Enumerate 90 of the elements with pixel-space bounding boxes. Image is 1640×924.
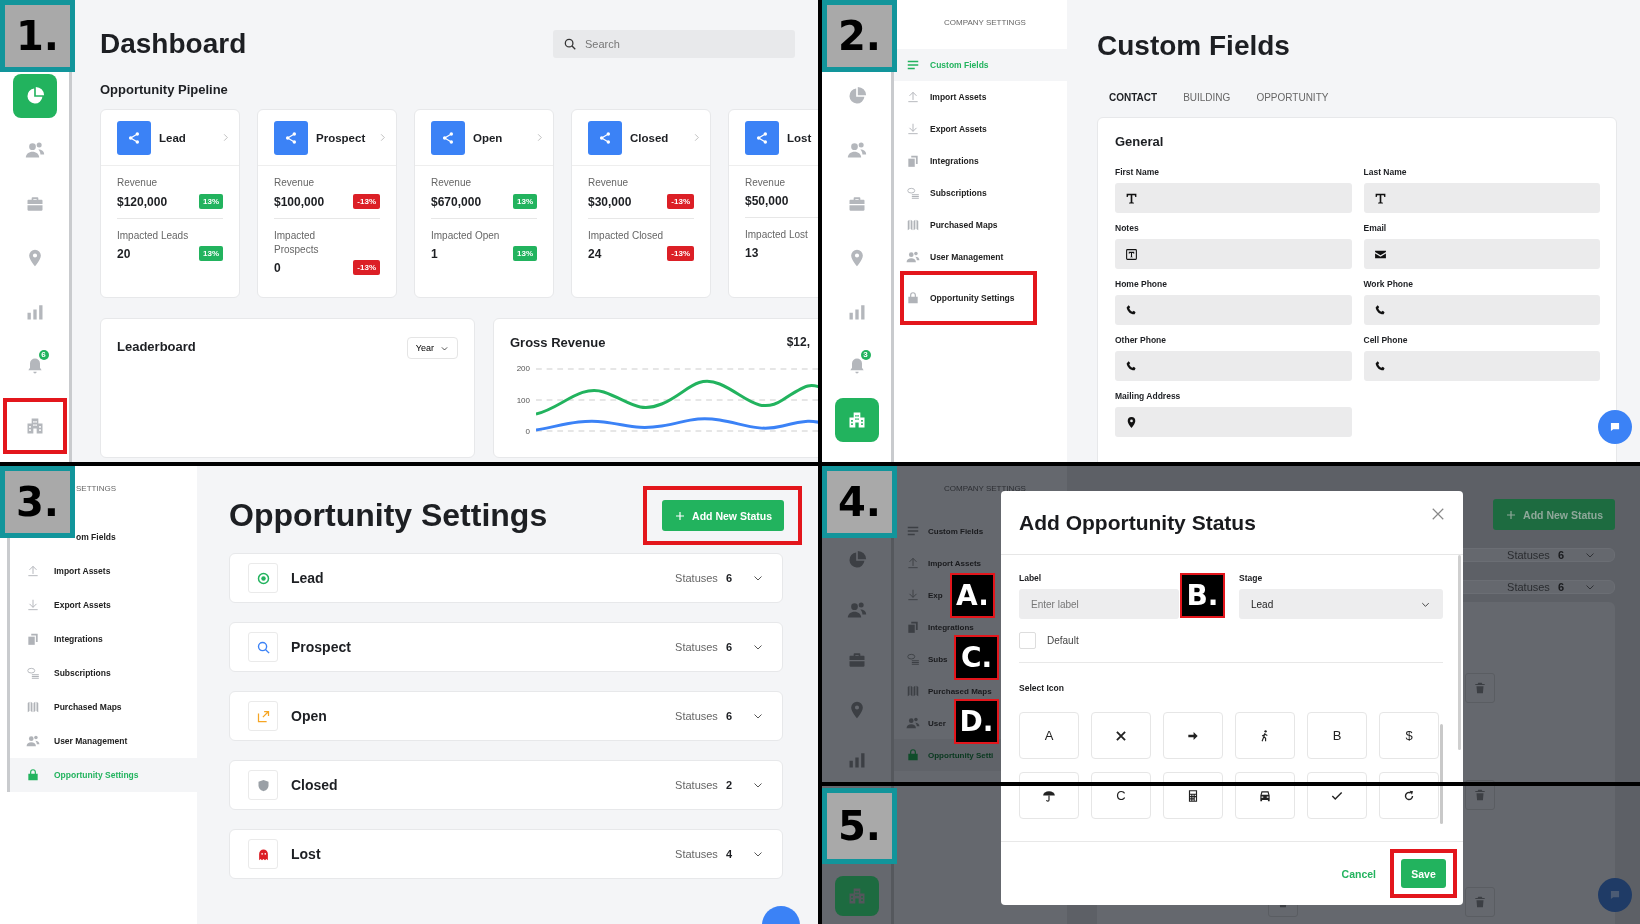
dialog-title: Add Opportunity Status (1019, 510, 1256, 535)
status-count: 6 (1557, 581, 1564, 593)
page-title: Opportunity Settings (229, 497, 548, 534)
field-label: Notes (1115, 223, 1140, 233)
page-title: Dashboard (100, 28, 247, 60)
metric-label: Revenue (588, 176, 630, 190)
count-label: Statuses (675, 572, 718, 584)
status-count: 6 (1557, 549, 1564, 561)
metric-label: Impacted Open (431, 229, 500, 243)
section-title: General (1115, 134, 1165, 149)
card-title: Leaderboard (117, 339, 196, 354)
metric-value: $30,000 (588, 194, 632, 209)
step-number: 2. (822, 0, 897, 72)
metric-value: 1 (431, 247, 439, 261)
count-label: Statuses (675, 779, 718, 791)
metric-value: $100,000 (274, 194, 325, 209)
step-number: 5. (822, 788, 897, 864)
stage-name: Closed (291, 777, 339, 793)
stage-name: Prospect (291, 639, 352, 655)
change-badge: 13% (199, 246, 223, 261)
field-label: Home Phone (1115, 279, 1168, 289)
change-badge: 13% (513, 246, 537, 261)
notification-count: 6 (38, 350, 49, 360)
section-title: Opportunity Pipeline (100, 82, 229, 97)
field-label: Email (1363, 223, 1388, 233)
stage-name: Open (473, 131, 504, 144)
change-badge: -13% (667, 194, 694, 209)
callout-label: B. (1180, 573, 1225, 618)
count-label: Statuses (675, 710, 718, 722)
metric-label: Revenue (117, 176, 159, 190)
metric-value: 20 (117, 247, 132, 261)
field-label: Cell Phone (1363, 335, 1409, 345)
metric-value: 0 (274, 261, 282, 275)
step-number: 4. (822, 466, 897, 538)
notification-count: 3 (860, 350, 871, 360)
field-label: First Name (1115, 167, 1160, 177)
stage-name: Open (291, 708, 328, 724)
section-label: Select Icon (1019, 683, 1065, 693)
stage-name: Lost (291, 846, 322, 862)
stage-name: Prospect (316, 131, 367, 144)
menu-heading: COMPANY SETTINGS (943, 18, 1027, 29)
stage-name: Lead (159, 131, 187, 144)
status-count: 6 (725, 641, 732, 653)
axis-tick-label: 0 (524, 427, 530, 436)
field-label: Work Phone (1363, 279, 1414, 289)
metric-label: Impacted Closed (588, 229, 664, 243)
field-label: Stage (1239, 573, 1264, 583)
metric-value: $670,000 (431, 194, 482, 209)
field-label: Mailing Address (1115, 391, 1182, 401)
card-title: Gross Revenue (510, 335, 606, 350)
page-title: Custom Fields (1097, 30, 1291, 62)
axis-tick-label: 100 (515, 395, 530, 405)
checkbox-label: Default (1047, 635, 1079, 646)
stage-name: Lead (291, 570, 325, 586)
status-count: 2 (725, 779, 732, 791)
metric-label: Impacted Leads (117, 229, 189, 243)
status-count: 6 (725, 710, 732, 722)
metric-value: $120,000 (117, 194, 168, 209)
status-count: 4 (725, 848, 732, 860)
callout-label: D. (954, 699, 999, 744)
field-label: Label (1019, 573, 1043, 583)
step-number: 1. (0, 0, 75, 72)
menu-heading: SETTINGS (76, 484, 117, 495)
stage-name: Closed (630, 131, 670, 144)
change-badge: 13% (199, 194, 223, 209)
revenue-total: $12, (786, 335, 810, 350)
metric-value: 24 (588, 247, 603, 261)
stage-name: Lost (787, 131, 813, 144)
change-badge: -13% (353, 260, 380, 275)
change-badge: -13% (353, 194, 380, 209)
status-count: 6 (725, 572, 732, 584)
metric-label: Impacted Lost (745, 228, 808, 242)
field-label: Other Phone (1115, 335, 1167, 345)
count-label: Statuses (675, 641, 718, 653)
metric-label: Revenue (745, 176, 787, 190)
callout-label: A. (950, 573, 995, 618)
metric-label: Revenue (431, 176, 473, 190)
change-badge: 13% (513, 194, 537, 209)
metric-label: Impacted Prospects (274, 229, 320, 257)
metric-value: 13 (745, 246, 760, 260)
metric-value: $50,000 (745, 194, 789, 208)
count-label: Statuses (1507, 581, 1550, 593)
callout-label: C. (954, 635, 999, 680)
change-badge: -13% (667, 246, 694, 261)
axis-tick-label: 200 (515, 364, 530, 373)
metric-label: Revenue (274, 176, 316, 190)
count-label: Statuses (675, 848, 718, 860)
field-label: Last Name (1363, 167, 1408, 177)
step-number: 3. (0, 466, 75, 538)
count-label: Statuses (1507, 549, 1550, 561)
